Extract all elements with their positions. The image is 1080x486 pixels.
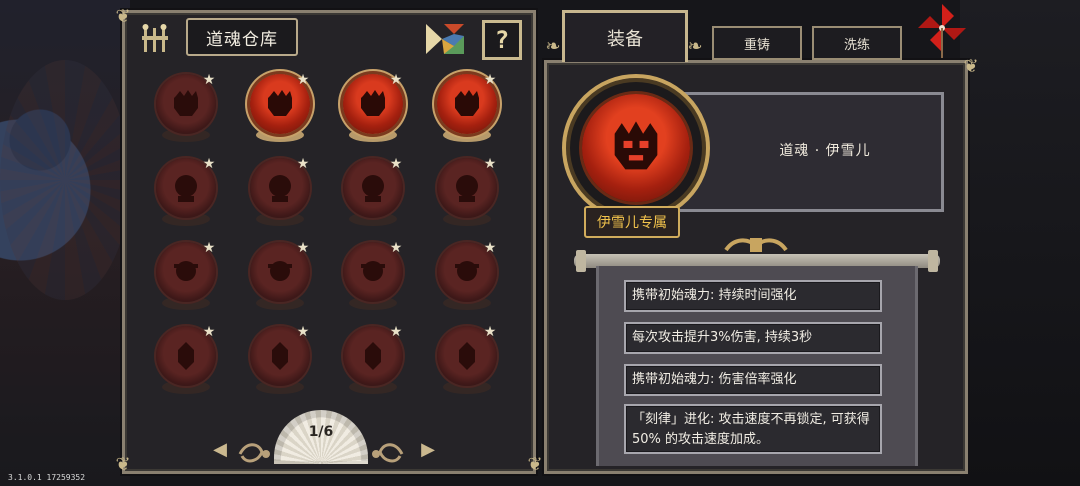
soul-face-icon	[268, 261, 292, 281]
soul-face-icon	[361, 261, 385, 281]
soul-face-icon	[174, 261, 198, 281]
tab-equip[interactable]: 装备	[562, 10, 688, 62]
soul-slot[interactable]: ★	[150, 322, 220, 402]
tab-ornament-icon: ❧	[545, 36, 561, 57]
effect-item: 携带初始魂力: 伤害倍率强化	[624, 364, 882, 396]
star-icon: ★	[389, 240, 403, 256]
soul-face-icon	[361, 90, 385, 116]
soul-slot[interactable]: ★	[431, 238, 501, 318]
page-indicator: 1/6	[308, 424, 334, 440]
soul-face-icon	[272, 342, 288, 370]
soul-face-icon	[268, 90, 292, 116]
next-page-button[interactable]: ▶	[418, 440, 438, 460]
soul-slot[interactable]: ★	[431, 70, 501, 150]
soul-slot[interactable]: ★	[431, 154, 501, 234]
soul-face-icon	[362, 175, 384, 202]
effect-item: 「刻律」进化: 攻击速度不再锁定, 可获得 50% 的攻击速度加成。	[624, 404, 882, 454]
tab-ornament-icon: ❧	[687, 36, 703, 57]
soul-face-icon	[455, 90, 479, 116]
corner-ornament-icon: ❦	[115, 6, 131, 27]
soul-slot[interactable]: ★	[337, 238, 407, 318]
soul-slot[interactable]: ★	[150, 154, 220, 234]
tab-wash[interactable]: 洗练	[812, 26, 902, 60]
soul-slot[interactable]: ★	[337, 154, 407, 234]
scroll-knob-icon	[576, 250, 586, 272]
star-icon: ★	[202, 324, 216, 340]
soul-face-icon	[178, 342, 194, 370]
pinwheel-close-icon[interactable]	[916, 2, 968, 60]
soul-slot[interactable]: ★	[431, 322, 501, 402]
star-icon: ★	[202, 240, 216, 256]
star-icon: ★	[296, 324, 310, 340]
tab-reforge[interactable]: 重铸	[712, 26, 802, 60]
soul-slot[interactable]: ★	[244, 238, 314, 318]
soul-face-icon	[175, 175, 197, 202]
soul-name: 道魂 · 伊雪儿	[779, 143, 871, 159]
pager-ornament-icon	[238, 443, 270, 463]
star-icon: ★	[202, 72, 216, 88]
soul-slot[interactable]: ★	[150, 70, 220, 150]
star-icon: ★	[483, 324, 497, 340]
star-icon: ★	[389, 72, 403, 88]
soul-face-icon	[269, 175, 291, 202]
soul-slot[interactable]: ★	[244, 70, 314, 150]
soul-slot[interactable]: ★	[244, 322, 314, 402]
prev-page-button[interactable]: ◀	[210, 440, 230, 460]
effect-item: 携带初始魂力: 持续时间强化	[624, 280, 882, 312]
star-icon: ★	[483, 240, 497, 256]
soul-slot[interactable]: ★	[337, 70, 407, 150]
soul-face-icon	[459, 342, 475, 370]
demon-mask-icon	[614, 121, 658, 170]
help-button[interactable]: ?	[482, 20, 522, 60]
star-icon: ★	[389, 156, 403, 172]
pager-ornament-icon	[372, 443, 404, 463]
soul-slot[interactable]: ★	[337, 322, 407, 402]
star-icon: ★	[389, 324, 403, 340]
exclusive-tag: 伊雪儿专属	[584, 206, 680, 238]
corner-ornament-icon: ❦	[115, 454, 131, 475]
star-icon: ★	[202, 156, 216, 172]
background-stained-glass	[0, 0, 130, 486]
effect-item: 每次攻击提升3%伤害, 持续3秒	[624, 322, 882, 354]
star-icon: ★	[296, 240, 310, 256]
soul-face-icon	[456, 175, 478, 202]
star-icon: ★	[483, 72, 497, 88]
star-icon: ★	[296, 72, 310, 88]
scroll-knob-icon	[928, 250, 938, 272]
key-icon	[142, 24, 168, 52]
soul-slot[interactable]: ★	[244, 154, 314, 234]
storage-title: 道魂仓库	[186, 18, 298, 56]
star-icon: ★	[296, 156, 310, 172]
soul-face-icon	[455, 261, 479, 281]
soul-grid: ★ ★ ★ ★ ★ ★ ★ ★ ★ ★ ★ ★ ★ ★ ★ ★	[150, 70, 510, 410]
version-label: 3.1.0.1 17259352	[8, 473, 86, 482]
tangram-sort-icon[interactable]	[424, 22, 466, 56]
soul-face-icon	[174, 90, 198, 116]
soul-slot[interactable]: ★	[150, 238, 220, 318]
soul-face-icon	[365, 342, 381, 370]
star-icon: ★	[483, 156, 497, 172]
